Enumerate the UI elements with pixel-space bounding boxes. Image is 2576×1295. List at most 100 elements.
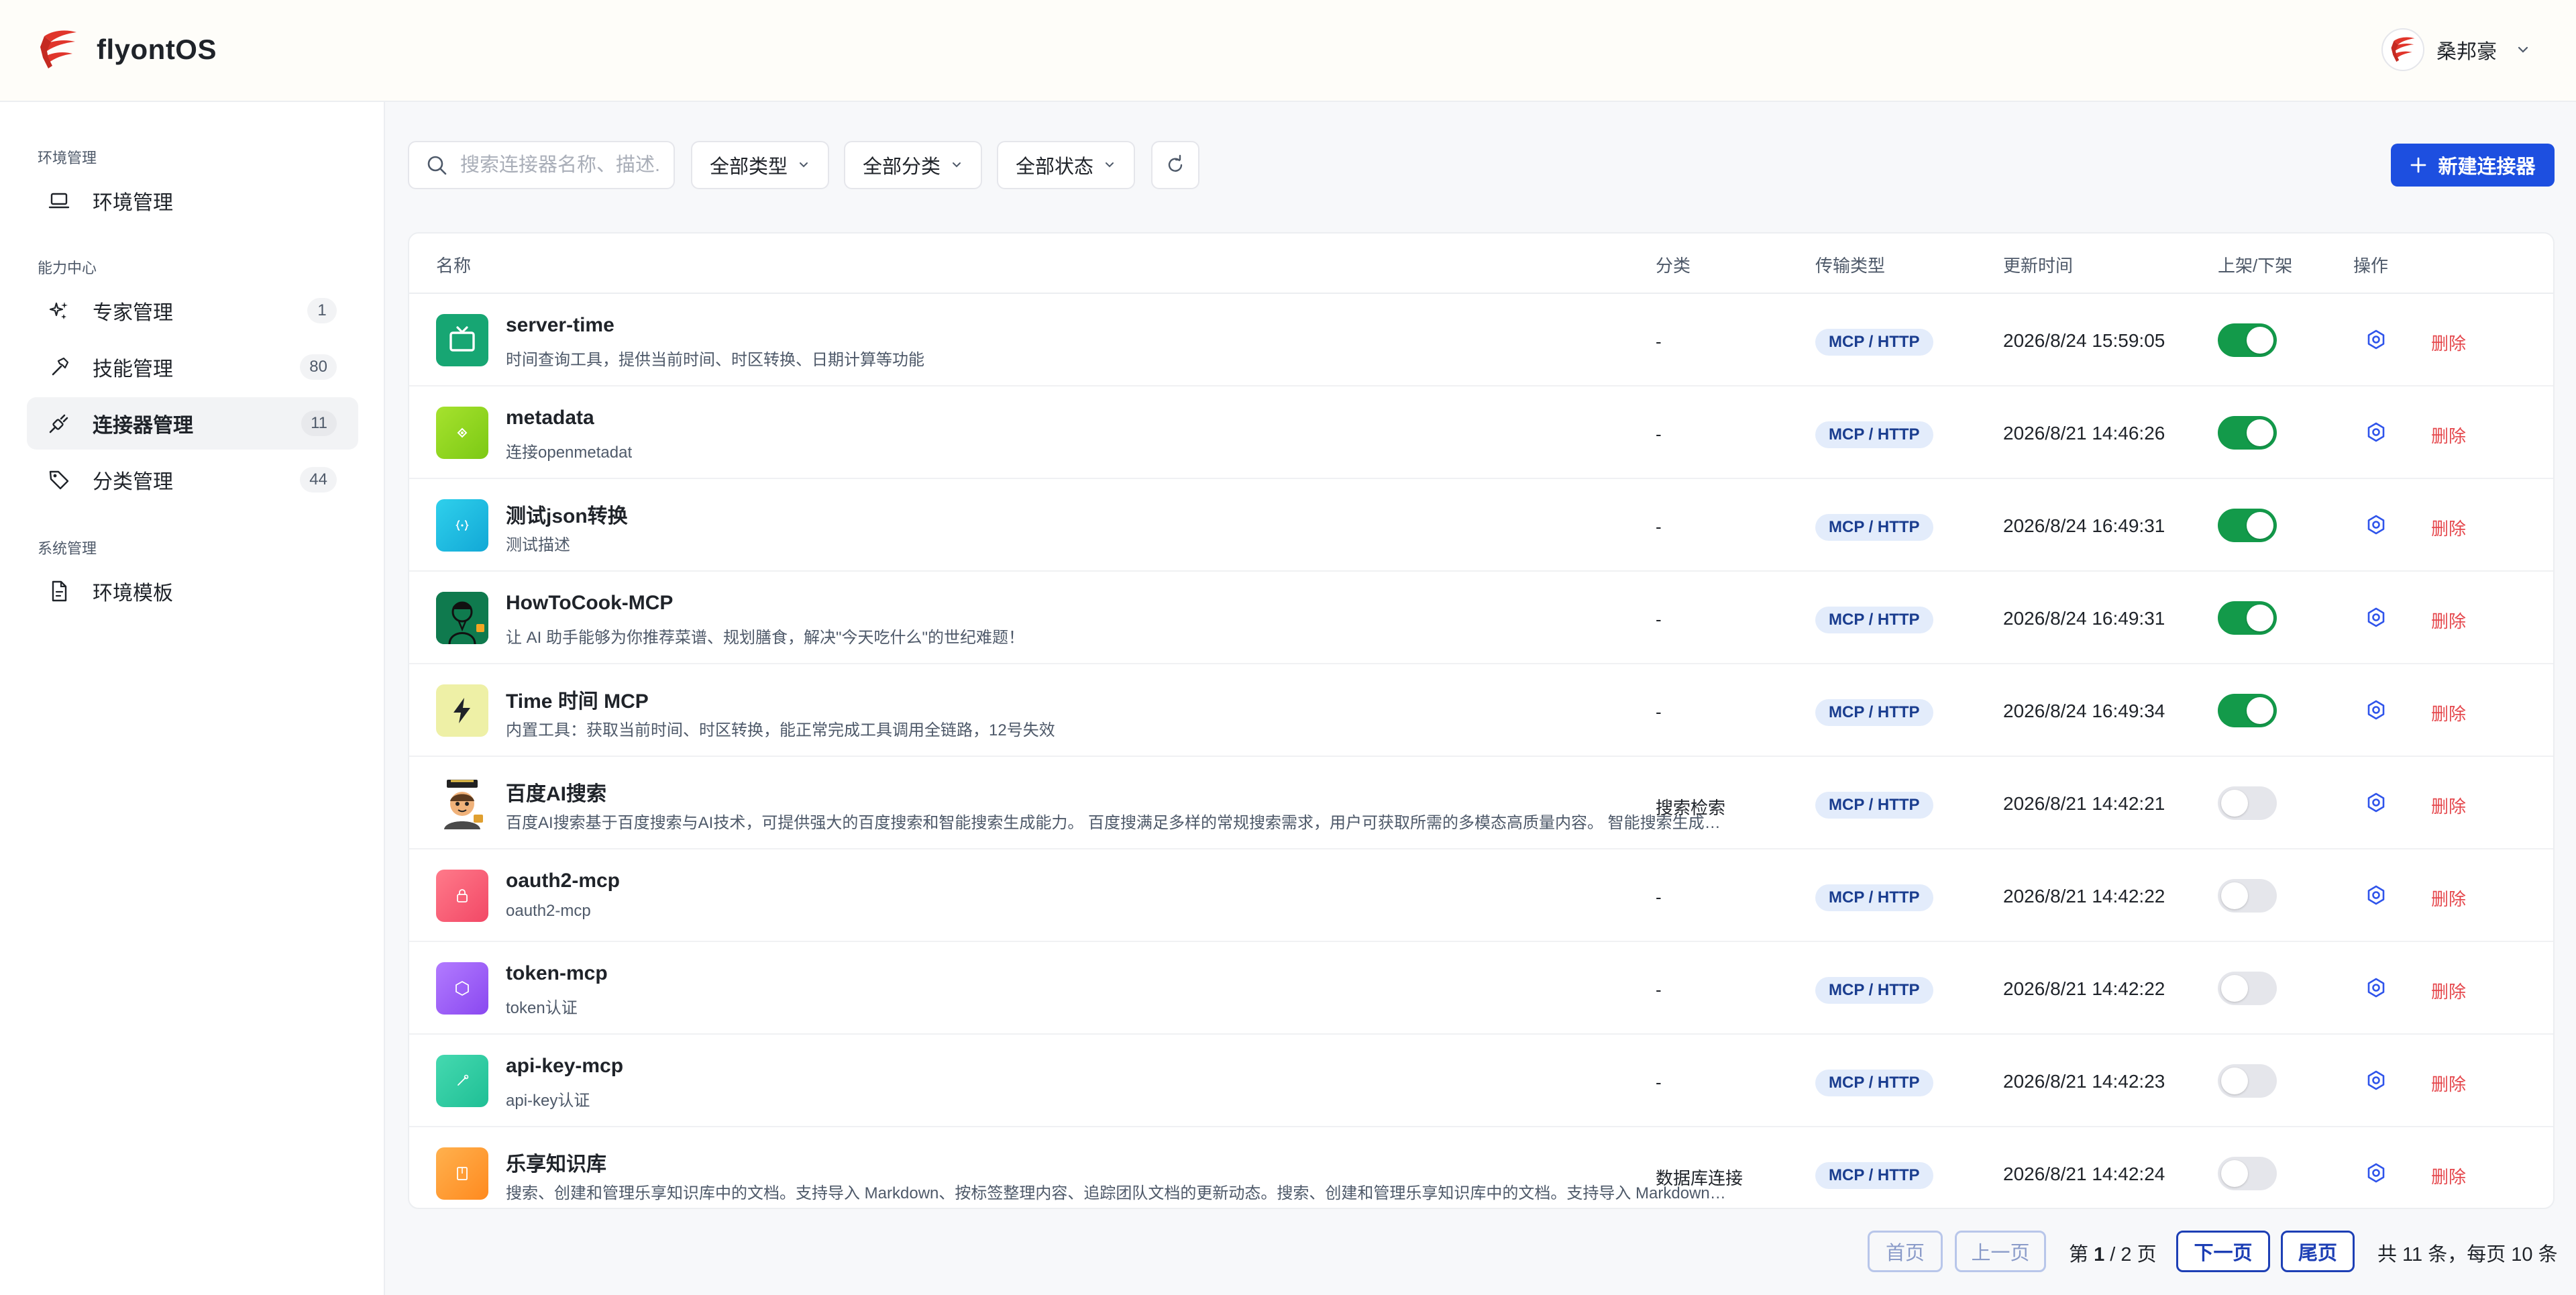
publish-toggle[interactable]: [2218, 323, 2277, 357]
delete-button[interactable]: 删除: [2431, 1071, 2466, 1096]
settings-button[interactable]: [2364, 605, 2388, 629]
brand[interactable]: flyontOS: [38, 27, 217, 72]
transport-badge: MCP / HTTP: [1815, 329, 1933, 356]
user-name: 桑邦豪: [2436, 41, 2497, 63]
nav-group-title: 环境管理: [38, 150, 97, 166]
connector-category: -: [1656, 609, 1662, 629]
settings-icon: [2367, 1163, 2385, 1183]
sidebar-item-label: 分类管理: [93, 471, 173, 493]
delete-button[interactable]: 删除: [2431, 701, 2466, 725]
count-badge: 11: [301, 411, 337, 436]
connector-name[interactable]: 测试json转换: [506, 499, 628, 529]
publish-toggle[interactable]: [2218, 601, 2277, 635]
filter-status-select[interactable]: 全部状态: [997, 141, 1136, 189]
refresh-button[interactable]: [1151, 141, 1199, 189]
sidebar-item-connectors[interactable]: 连接器管理 11: [27, 397, 358, 450]
connector-name[interactable]: api-key-mcp: [506, 1055, 623, 1078]
sidebar-item-experts[interactable]: 专家管理 1: [27, 284, 358, 337]
next-page-button[interactable]: 下一页: [2176, 1231, 2270, 1272]
table-row: server-time 时间查询工具，提供当前时间、时区转换、日期计算等功能 - MC…: [409, 294, 2553, 386]
sidebar-item-env-templates[interactable]: 环境模板: [27, 565, 358, 617]
sidebar-item-environments[interactable]: 环境管理: [27, 174, 358, 227]
connector-name[interactable]: server-time: [506, 314, 614, 337]
sidebar-item-label: 技能管理: [93, 358, 173, 380]
settings-icon: [2367, 515, 2385, 535]
prev-page-button[interactable]: 上一页: [1955, 1231, 2046, 1272]
page-prefix: 第: [2069, 1244, 2089, 1265]
connector-name[interactable]: token-mcp: [506, 962, 608, 985]
user-menu[interactable]: 桑邦豪: [2381, 28, 2530, 71]
settings-button[interactable]: [2364, 327, 2388, 352]
delete-button[interactable]: 删除: [2431, 886, 2466, 911]
toggle-knob: [2221, 1160, 2248, 1187]
chevron-down-icon: [2518, 46, 2528, 53]
transport-badge: MCP / HTTP: [1815, 792, 1933, 819]
sidebar-item-skills[interactable]: 技能管理 80: [27, 341, 358, 393]
hammer-icon: [47, 355, 71, 379]
sidebar: 环境管理 环境管理 能力中心 专家管理 1 技能管理 80 连接器管理 11 分…: [0, 102, 385, 1295]
delete-button[interactable]: 删除: [2431, 608, 2466, 633]
table-row: Time 时间 MCP 内置工具：获取当前时间、时区转换，能正常完成工具调用全链路…: [409, 664, 2553, 757]
delete-button[interactable]: 删除: [2431, 978, 2466, 1003]
settings-button[interactable]: [2364, 698, 2388, 722]
count-badge: 80: [300, 354, 337, 380]
publish-toggle[interactable]: [2218, 879, 2277, 913]
delete-button[interactable]: 删除: [2431, 423, 2466, 448]
top-bar: flyontOS 桑邦豪: [0, 0, 2576, 102]
publish-toggle[interactable]: [2218, 416, 2277, 450]
connector-name[interactable]: metadata: [506, 407, 594, 429]
search-input[interactable]: [459, 153, 663, 177]
sidebar-item-label: 连接器管理: [93, 415, 193, 437]
delete-button[interactable]: 删除: [2431, 330, 2466, 355]
publish-toggle[interactable]: [2218, 972, 2277, 1005]
toggle-knob: [2247, 512, 2273, 539]
first-page-button[interactable]: 首页: [1868, 1231, 1943, 1272]
settings-button[interactable]: [2364, 420, 2388, 444]
connector-name[interactable]: 百度AI搜索: [506, 777, 606, 807]
chef-icon: [436, 592, 488, 644]
connector-category: -: [1656, 702, 1662, 722]
table-header: 名称 分类 传输类型 更新时间 上架/下架 操作: [409, 234, 2553, 294]
settings-icon: [2367, 978, 2385, 998]
connector-description: 测试描述: [506, 536, 570, 554]
new-connector-button[interactable]: 新建连接器: [2391, 144, 2555, 187]
toggle-knob: [2247, 419, 2273, 446]
settings-icon: [2367, 700, 2385, 720]
publish-toggle[interactable]: [2218, 509, 2277, 542]
connector-name[interactable]: HowToCook-MCP: [506, 592, 673, 615]
table-row: 测试json转换 测试描述 - MCP / HTTP 2026/8/24 16:49:3…: [409, 479, 2553, 572]
publish-toggle[interactable]: [2218, 1157, 2277, 1190]
column-header-category: 分类: [1656, 256, 1691, 276]
delete-button[interactable]: 删除: [2431, 793, 2466, 818]
search-icon: [427, 156, 447, 175]
delete-button[interactable]: 删除: [2431, 515, 2466, 540]
settings-button[interactable]: [2364, 976, 2388, 1000]
connector-name[interactable]: oauth2-mcp: [506, 870, 620, 892]
connector-name[interactable]: Time 时间 MCP: [506, 684, 649, 714]
filter-type-select[interactable]: 全部类型: [691, 141, 830, 189]
refresh-icon: [1168, 154, 1183, 172]
settings-button[interactable]: [2364, 513, 2388, 537]
settings-button[interactable]: [2364, 1161, 2388, 1185]
toggle-knob: [2221, 882, 2248, 909]
settings-button[interactable]: [2364, 883, 2388, 907]
updated-time: 2026/8/21 14:42:24: [2003, 1163, 2165, 1184]
settings-icon: [2367, 885, 2385, 905]
last-page-button[interactable]: 尾页: [2281, 1231, 2355, 1272]
settings-button[interactable]: [2364, 790, 2388, 815]
count-badge: 44: [300, 467, 337, 493]
connector-name[interactable]: 乐享知识库: [506, 1147, 606, 1177]
connector-category: -: [1656, 1072, 1662, 1092]
connector-category: -: [1656, 331, 1662, 352]
updated-time: 2026/8/24 16:49:31: [2003, 515, 2165, 536]
filter-category-select[interactable]: 全部分类: [844, 141, 983, 189]
settings-button[interactable]: [2364, 1068, 2388, 1092]
delete-button[interactable]: 删除: [2431, 1163, 2466, 1188]
publish-toggle[interactable]: [2218, 694, 2277, 727]
search-box[interactable]: [408, 141, 675, 189]
sidebar-item-categories[interactable]: 分类管理 44: [27, 454, 358, 506]
publish-toggle[interactable]: [2218, 1064, 2277, 1098]
publish-toggle[interactable]: [2218, 786, 2277, 820]
filter-type-value: 全部类型: [710, 156, 788, 178]
connector-category: 搜索检索: [1656, 798, 1726, 818]
